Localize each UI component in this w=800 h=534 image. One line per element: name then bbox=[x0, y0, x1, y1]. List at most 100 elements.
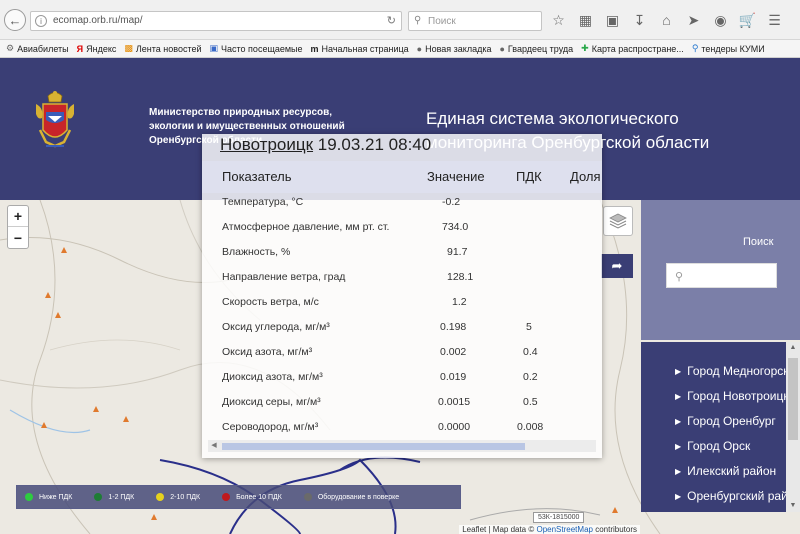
row-value: 734.0 bbox=[442, 221, 469, 233]
column-header-share: Доля ПДК bbox=[570, 169, 602, 184]
gift-icon[interactable]: ▣ bbox=[602, 9, 623, 31]
row-value: -0.2 bbox=[442, 196, 461, 208]
map-attribution: Leaflet | Map data © OpenStreetMap contr… bbox=[459, 525, 640, 534]
menu-icon[interactable]: ☰ bbox=[764, 9, 785, 31]
bookmarks-bar: ⚙ Авиабилеты Я Яндекс ▩ Лента новостей ▣ Час… bbox=[0, 40, 800, 58]
row-value: 0.019 bbox=[440, 371, 467, 383]
back-button[interactable]: ← bbox=[4, 9, 26, 31]
bookmark-item[interactable]: ⚙ Авиабилеты bbox=[6, 43, 69, 54]
layers-button[interactable] bbox=[603, 206, 633, 236]
share-arrow-icon: ➦ bbox=[611, 258, 623, 273]
row-pdk: 0.4 bbox=[523, 346, 538, 358]
city-list-item[interactable]: ▶ Город Новотроицк bbox=[675, 388, 789, 404]
home-icon[interactable]: ⌂ bbox=[656, 9, 677, 31]
bookmark-item[interactable]: ✚ Карта распростране... bbox=[581, 43, 684, 54]
row-pdk: 0.2 bbox=[523, 371, 538, 383]
triangle-right-icon: ▶ bbox=[675, 466, 682, 476]
legend-item: 2-10 ПДК bbox=[156, 493, 200, 501]
browser-toolbar: ← i ecomap.orb.ru/map/ ↻ ⚲ Поиск ☆ ▦ ▣ ↧… bbox=[0, 0, 800, 40]
popup-horizontal-scrollbar[interactable]: ◀ bbox=[208, 440, 596, 452]
globe-icon: ● bbox=[416, 43, 423, 54]
sidebar-search-panel: Поиск ⚲ bbox=[641, 200, 800, 340]
road-number-label: 53К-1815000 bbox=[533, 512, 585, 523]
city-list-scrollbar[interactable]: ▲ ▼ bbox=[786, 342, 800, 512]
star-icon: ▣ bbox=[209, 43, 219, 53]
bookmark-item[interactable]: ● Гвардеец труда bbox=[499, 44, 573, 54]
city-list-item[interactable]: ▶ Город Медногорск bbox=[675, 363, 789, 379]
info-icon[interactable]: i bbox=[35, 15, 47, 27]
row-value: 0.002 bbox=[440, 346, 467, 358]
zoom-in-button[interactable]: + bbox=[8, 206, 28, 227]
browser-search-input[interactable]: ⚲ Поиск bbox=[408, 11, 542, 31]
row-value: 0.198 bbox=[440, 321, 467, 333]
gear-icon: ⚙ bbox=[6, 43, 15, 53]
share-button[interactable]: ➦ bbox=[601, 254, 633, 278]
scrollbar-thumb[interactable] bbox=[222, 443, 525, 450]
legend-item: Более 10 ПДК bbox=[222, 493, 282, 501]
arrow-left-icon: ← bbox=[8, 12, 22, 28]
bookmark-item[interactable]: Я Яндекс bbox=[77, 44, 117, 54]
row-value: 91.7 bbox=[447, 246, 468, 258]
search-placeholder: Поиск bbox=[428, 16, 456, 27]
city-list: ▶ Город Медногорск ▶ Город Новотроицк ▶ Гор… bbox=[641, 342, 800, 512]
osm-link[interactable]: OpenStreetMap bbox=[536, 525, 592, 534]
row-value: 0.0015 bbox=[438, 396, 471, 408]
search-icon: ⚲ bbox=[675, 271, 684, 283]
globe-icon: ● bbox=[499, 43, 505, 54]
search-icon: ⚲ bbox=[414, 15, 422, 26]
scrollbar-thumb[interactable] bbox=[788, 358, 798, 440]
city-list-item[interactable]: ▶ Город Орск bbox=[675, 438, 750, 454]
station-popup: Новотроицк 19.03.21 08:40 Показатель Зна… bbox=[202, 134, 602, 458]
row-pdk: 0.5 bbox=[523, 396, 538, 408]
coat-of-arms-logo bbox=[36, 91, 74, 148]
legend-item: 1-2 ПДК bbox=[94, 493, 134, 501]
pin-icon: ⚲ bbox=[691, 43, 699, 53]
legend-dot bbox=[222, 493, 231, 501]
row-indicator: Атмосферное давление, мм рт. ст. bbox=[222, 221, 390, 233]
scroll-down-icon[interactable]: ▼ bbox=[786, 500, 800, 512]
sidebar-search-input[interactable]: ⚲ bbox=[666, 263, 777, 288]
bookmark-item[interactable]: ● Новая закладка bbox=[417, 44, 492, 54]
scroll-left-icon[interactable]: ◀ bbox=[208, 440, 220, 452]
scroll-up-icon[interactable]: ▲ bbox=[786, 342, 800, 354]
city-list-item[interactable]: ▶ Город Оренбург bbox=[675, 413, 776, 429]
download-icon[interactable]: ↧ bbox=[629, 9, 650, 31]
city-list-item[interactable]: ▶ Илекский район bbox=[675, 463, 776, 479]
m-icon: m bbox=[310, 43, 319, 54]
city-list-item[interactable]: ▶ Оренбургский район bbox=[675, 488, 800, 504]
plus-icon: ✚ bbox=[581, 43, 589, 53]
sidebar-search-label: Поиск bbox=[743, 236, 774, 248]
eye-icon[interactable]: ◉ bbox=[710, 9, 731, 31]
bookmark-item[interactable]: ⚲ тендеры КУМИ bbox=[692, 43, 765, 54]
cart-icon[interactable]: 🛒 bbox=[737, 9, 758, 31]
reload-icon[interactable]: ↻ bbox=[387, 14, 396, 27]
zoom-out-button[interactable]: − bbox=[8, 227, 28, 248]
triangle-right-icon: ▶ bbox=[675, 441, 682, 451]
layers-icon bbox=[609, 213, 627, 229]
zoom-control: + − bbox=[7, 205, 29, 249]
send-icon[interactable]: ➤ bbox=[683, 9, 704, 31]
row-value: 0.0000 bbox=[438, 421, 471, 433]
url-text: ecomap.orb.ru/map/ bbox=[53, 15, 143, 26]
bookmark-item[interactable]: ▩ Лента новостей bbox=[124, 43, 201, 54]
row-indicator: Влажность, % bbox=[222, 246, 291, 258]
address-bar[interactable]: i ecomap.orb.ru/map/ ↻ bbox=[30, 11, 402, 31]
triangle-right-icon: ▶ bbox=[675, 366, 682, 376]
clipboard-icon[interactable]: ▦ bbox=[575, 9, 596, 31]
row-indicator: Оксид углерода, мг/м³ bbox=[222, 321, 330, 333]
triangle-right-icon: ▶ bbox=[675, 391, 682, 401]
row-indicator: Диоксид серы, мг/м³ bbox=[222, 396, 321, 408]
legend-dot bbox=[25, 493, 33, 501]
column-header-value: Значение bbox=[427, 169, 485, 184]
row-value: 1.2 bbox=[452, 296, 467, 308]
star-icon[interactable]: ☆ bbox=[548, 9, 569, 31]
row-indicator: Температура, °С bbox=[222, 196, 304, 208]
popup-city-link[interactable]: Новотроицк bbox=[220, 135, 313, 154]
row-value: 128.1 bbox=[447, 271, 474, 283]
bookmark-item[interactable]: m Начальная страница bbox=[311, 44, 409, 54]
bookmark-item[interactable]: ▣ Часто посещаемые bbox=[210, 43, 303, 54]
legend-item: Ниже ПДК bbox=[25, 493, 72, 501]
popup-title: Новотроицк 19.03.21 08:40 bbox=[220, 134, 431, 156]
legend-dot bbox=[156, 493, 165, 501]
row-pdk: 5 bbox=[526, 321, 532, 333]
